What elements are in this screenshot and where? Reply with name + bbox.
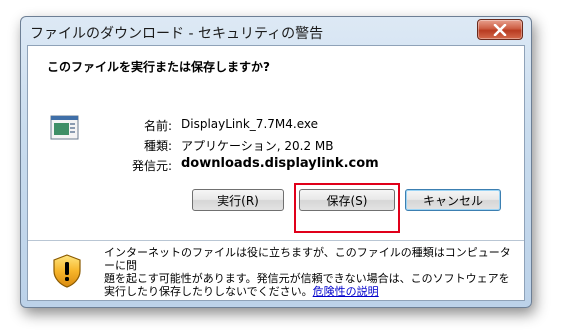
save-highlight-box bbox=[294, 183, 400, 233]
risk-explanation-link[interactable]: 危険性の説明 bbox=[313, 285, 379, 298]
source-label: 発信元: bbox=[131, 159, 172, 173]
name-label: 名前: bbox=[143, 119, 172, 133]
run-button[interactable]: 実行(R) bbox=[192, 189, 284, 211]
close-button[interactable] bbox=[477, 19, 523, 40]
close-x-icon bbox=[493, 23, 507, 36]
dialog-question: このファイルを実行または保存しますか? bbox=[47, 60, 270, 74]
warning-line-1: インターネットのファイルは役に立ちますが、このファイルの種類はコンピューターに問 bbox=[104, 246, 511, 272]
warning-line-3: 実行したり保存したりしないでください。危険性の説明 bbox=[104, 285, 518, 298]
cancel-button[interactable]: キャンセル bbox=[405, 189, 501, 211]
executable-file-icon bbox=[50, 115, 79, 140]
source-value: downloads.displaylink.com bbox=[181, 156, 379, 171]
title-bar[interactable]: ファイルのダウンロード - セキュリティの警告 bbox=[21, 17, 531, 45]
file-type-value: アプリケーション, 20.2 MB bbox=[181, 139, 334, 153]
type-label: 種類: bbox=[143, 139, 172, 153]
dialog-content: このファイルを実行または保存しますか? 名前: DisplayLink_7.7M… bbox=[27, 45, 525, 301]
warning-line-3-text: 実行したり保存したりしないでください。 bbox=[104, 285, 313, 298]
file-name-value: DisplayLink_7.7M4.exe bbox=[181, 117, 318, 131]
security-warning-text: インターネットのファイルは役に立ちますが、このファイルの種類はコンピューターに問… bbox=[104, 246, 518, 298]
window-title: ファイルのダウンロード - セキュリティの警告 bbox=[30, 26, 324, 42]
security-shield-icon bbox=[53, 254, 81, 288]
download-security-dialog: ファイルのダウンロード - セキュリティの警告 このファイルを実行または保存しま… bbox=[20, 16, 532, 308]
warning-line-2: 題を起こす可能性があります。発信元が信頼できない場合は、このソフトウェアを bbox=[104, 272, 510, 285]
divider bbox=[28, 240, 524, 241]
